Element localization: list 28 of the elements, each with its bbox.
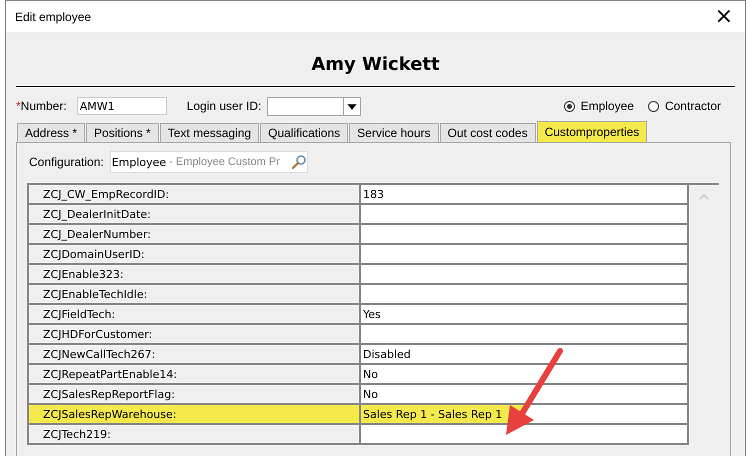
- number-field[interactable]: AMW1: [76, 97, 167, 115]
- radio-option[interactable]: Employee: [564, 99, 634, 113]
- scroll-up-icon[interactable]: [698, 193, 710, 201]
- employee-name: Amy Wickett: [310, 53, 441, 77]
- configuration-field[interactable]: Employee - Employee Custom Pr: [110, 151, 308, 173]
- login-dropdown[interactable]: [267, 96, 362, 116]
- number-label: *Number:: [16, 99, 67, 113]
- property-value[interactable]: Sales Rep 1 - Sales Rep 1: [361, 405, 689, 423]
- search-icon[interactable]: [290, 154, 307, 170]
- property-value[interactable]: [361, 425, 689, 443]
- tab[interactable]: Out cost codes: [440, 123, 536, 142]
- property-value[interactable]: No: [361, 365, 689, 383]
- property-value[interactable]: 183: [361, 185, 689, 203]
- property-name: ZCJSalesRepWarehouse:: [29, 405, 361, 423]
- property-value[interactable]: Disabled: [361, 345, 689, 363]
- property-value[interactable]: Yes: [361, 305, 689, 323]
- tab[interactable]: Customproperties: [536, 121, 648, 142]
- tab[interactable]: Text messaging: [160, 123, 260, 142]
- tab[interactable]: Positions *: [86, 123, 159, 142]
- window-title: Edit employee: [15, 10, 92, 24]
- tab[interactable]: Address *: [17, 123, 86, 142]
- radio-option[interactable]: Contractor: [648, 99, 721, 113]
- tab[interactable]: Qualifications: [260, 123, 348, 142]
- configuration-label: Configuration:: [29, 155, 104, 169]
- property-value[interactable]: No: [361, 385, 689, 403]
- login-label: Login user ID:: [186, 99, 262, 113]
- tab[interactable]: Service hours: [349, 123, 439, 142]
- close-button[interactable]: ×: [710, 6, 737, 28]
